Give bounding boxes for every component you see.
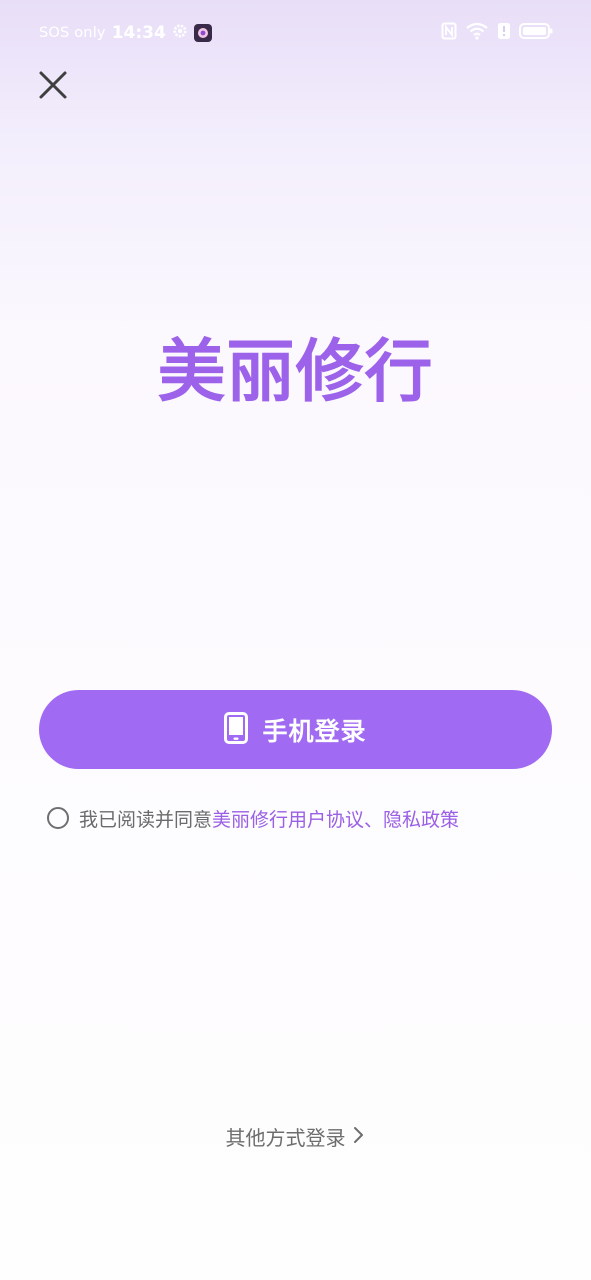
brand-logo-title: 美丽修行 bbox=[157, 333, 434, 412]
battery-icon bbox=[519, 22, 553, 44]
close-icon bbox=[39, 71, 67, 99]
clock-time: 14:34 bbox=[111, 23, 166, 43]
user-agreement-link[interactable]: 美丽修行用户协议 bbox=[212, 805, 364, 832]
gear-icon bbox=[172, 23, 188, 43]
other-login-methods-link[interactable]: 其他方式登录 bbox=[0, 1122, 591, 1151]
nfc-icon bbox=[441, 22, 457, 44]
app-notification-icon bbox=[193, 24, 212, 42]
agreement-checkbox[interactable] bbox=[47, 807, 69, 829]
privacy-policy-link[interactable]: 隐私政策 bbox=[383, 805, 459, 832]
other-login-label: 其他方式登录 bbox=[225, 1126, 346, 1150]
status-bar: SOS only 14:34 bbox=[0, 0, 591, 66]
close-button[interactable] bbox=[34, 66, 72, 104]
agreement-prefix-text: 我已阅读并同意 bbox=[79, 808, 213, 831]
mobile-phone-icon bbox=[224, 711, 249, 748]
status-bar-left: SOS only 14:34 bbox=[39, 22, 212, 44]
carrier-text: SOS only bbox=[39, 25, 106, 41]
agreement-row: 我已阅读并同意 美丽修行用户协议 、 隐私政策 bbox=[47, 803, 459, 833]
phone-login-button[interactable]: 手机登录 bbox=[39, 690, 552, 769]
alert-icon bbox=[497, 22, 511, 44]
chevron-right-icon bbox=[352, 1125, 366, 1149]
phone-login-label: 手机登录 bbox=[262, 716, 367, 746]
agreement-separator: 、 bbox=[364, 808, 384, 831]
status-bar-right bbox=[441, 22, 553, 44]
wifi-icon bbox=[465, 22, 489, 44]
